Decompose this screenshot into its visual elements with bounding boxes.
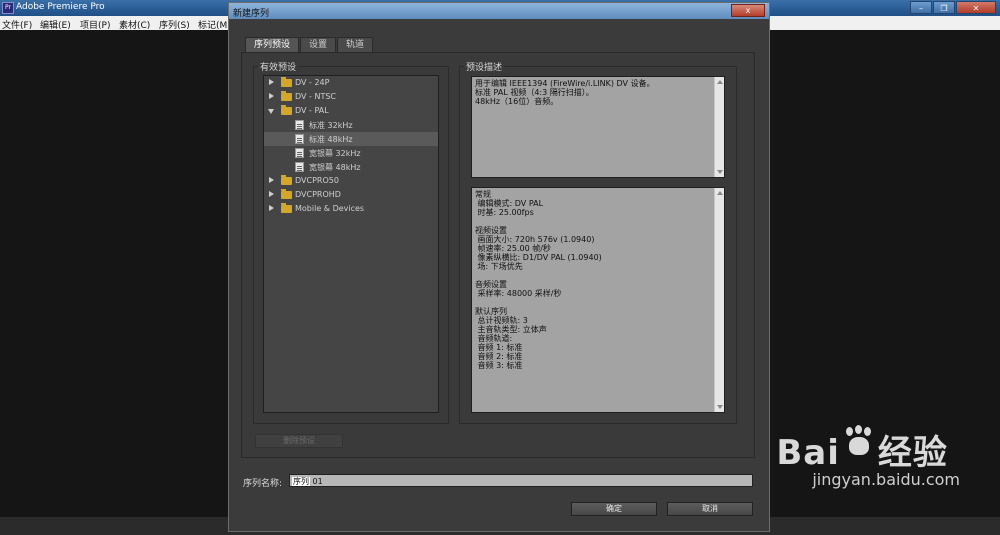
dialog-title-bar[interactable]: 新建序列 x <box>229 3 769 19</box>
premiere-logo-icon: Pr <box>2 2 14 14</box>
sequence-name-label: 序列名称: <box>243 479 283 489</box>
sequence-name-input[interactable]: 序列 01 <box>289 474 753 487</box>
tree-item-label: DV - PAL <box>295 106 329 115</box>
watermark-url: jingyan.baidu.com <box>812 470 960 489</box>
scroll-up-icon[interactable] <box>717 80 723 84</box>
tree-item-label: DVCPRO50 <box>295 176 339 185</box>
tree-item-dv-ntsc[interactable]: DV - NTSC <box>264 90 438 104</box>
description-bottom-text: 常规 编辑模式: DV PAL 时基: 25.00fps 视频设置 画面大小: … <box>475 190 602 370</box>
preset-tree: DV - 24P DV - NTSC DV - PAL 标准 32kHz 标准 … <box>263 75 439 413</box>
dialog-close-button[interactable]: x <box>731 4 765 17</box>
watermark-brand-right: 经验 <box>877 433 948 473</box>
baidu-paw-icon <box>842 425 876 457</box>
description-group-label: 预设描述 <box>464 60 505 73</box>
folder-icon <box>281 105 292 115</box>
sequence-name-selected-text: 序列 <box>292 477 310 486</box>
app-title: Adobe Premiere Pro <box>16 2 105 12</box>
tree-item-widescreen-32khz[interactable]: 宽银幕 32kHz <box>264 146 438 160</box>
minimize-button[interactable]: – <box>910 1 932 14</box>
sequence-name-rest-text: 01 <box>310 477 323 486</box>
expand-arrow-icon[interactable] <box>269 205 274 211</box>
scroll-down-icon[interactable] <box>717 405 723 409</box>
scroll-down-icon[interactable] <box>717 170 723 174</box>
tab-settings[interactable]: 设置 <box>300 37 337 52</box>
maximize-button[interactable]: ❐ <box>933 1 955 14</box>
tab-sequence-presets[interactable]: 序列预设 <box>245 37 300 52</box>
preset-file-icon <box>295 134 304 144</box>
dialog-title: 新建序列 <box>233 9 270 19</box>
preset-file-icon <box>295 162 304 172</box>
new-sequence-dialog: 新建序列 x 序列预设 设置 轨道 有效预设 DV - 24P DV - NTS… <box>228 2 770 532</box>
tree-item-widescreen-48khz[interactable]: 宽银幕 48kHz <box>264 160 438 174</box>
expand-arrow-icon[interactable] <box>269 93 274 99</box>
tree-item-label: DV - 24P <box>295 78 330 87</box>
baidu-watermark: Bai 经验 jingyan.baidu.com <box>776 425 960 489</box>
window-controls: – ❐ ✕ <box>910 1 996 14</box>
preset-file-icon <box>295 148 304 158</box>
folder-icon <box>281 189 292 199</box>
tree-item-label: 标准 48kHz <box>309 135 353 144</box>
ok-button[interactable]: 确定 <box>571 502 657 516</box>
delete-preset-button[interactable]: 删除预设 <box>255 434 343 448</box>
tree-item-label: DVCPROHD <box>295 190 341 199</box>
collapse-arrow-icon[interactable] <box>268 109 274 114</box>
expand-arrow-icon[interactable] <box>269 191 274 197</box>
cancel-button[interactable]: 取消 <box>667 502 753 516</box>
tree-item-label: 宽银幕 32kHz <box>309 149 361 158</box>
folder-icon <box>281 91 292 101</box>
description-bottom-scrollbar[interactable] <box>714 188 724 412</box>
tree-item-label: Mobile & Devices <box>295 204 365 213</box>
description-bottom-box[interactable]: 常规 编辑模式: DV PAL 时基: 25.00fps 视频设置 画面大小: … <box>471 187 725 413</box>
expand-arrow-icon[interactable] <box>269 79 274 85</box>
description-top-box[interactable]: 用于编辑 IEEE1394 (FireWire/i.LINK) DV 设备。 标… <box>471 76 725 178</box>
preset-file-icon <box>295 120 304 130</box>
folder-icon <box>281 175 292 185</box>
tree-item-dvcpro50[interactable]: DVCPRO50 <box>264 174 438 188</box>
tree-item-standard-32khz[interactable]: 标准 32kHz <box>264 118 438 132</box>
folder-icon <box>281 203 292 213</box>
tree-item-label: 宽银幕 48kHz <box>309 163 361 172</box>
tree-item-standard-48khz[interactable]: 标准 48kHz <box>264 132 438 146</box>
close-button[interactable]: ✕ <box>956 1 996 14</box>
description-top-scrollbar[interactable] <box>714 77 724 177</box>
left-panel-background <box>0 30 228 517</box>
sequence-name-value: 序列 01 <box>292 476 323 487</box>
presets-group-label: 有效预设 <box>258 60 299 73</box>
tree-item-label: DV - NTSC <box>295 92 336 101</box>
tree-item-dv-pal[interactable]: DV - PAL <box>264 104 438 118</box>
tree-item-dv-24p[interactable]: DV - 24P <box>264 76 438 90</box>
watermark-brand-left: Bai <box>776 433 840 473</box>
folder-icon <box>281 77 292 87</box>
tree-item-label: 标准 32kHz <box>309 121 353 130</box>
description-top-text: 用于编辑 IEEE1394 (FireWire/i.LINK) DV 设备。 标… <box>475 79 655 106</box>
dialog-tabs: 序列预设 设置 轨道 <box>245 37 374 52</box>
tree-item-mobile-devices[interactable]: Mobile & Devices <box>264 202 438 216</box>
tree-item-dvcprohd[interactable]: DVCPROHD <box>264 188 438 202</box>
expand-arrow-icon[interactable] <box>269 177 274 183</box>
scroll-up-icon[interactable] <box>717 191 723 195</box>
tab-tracks[interactable]: 轨道 <box>337 37 374 52</box>
